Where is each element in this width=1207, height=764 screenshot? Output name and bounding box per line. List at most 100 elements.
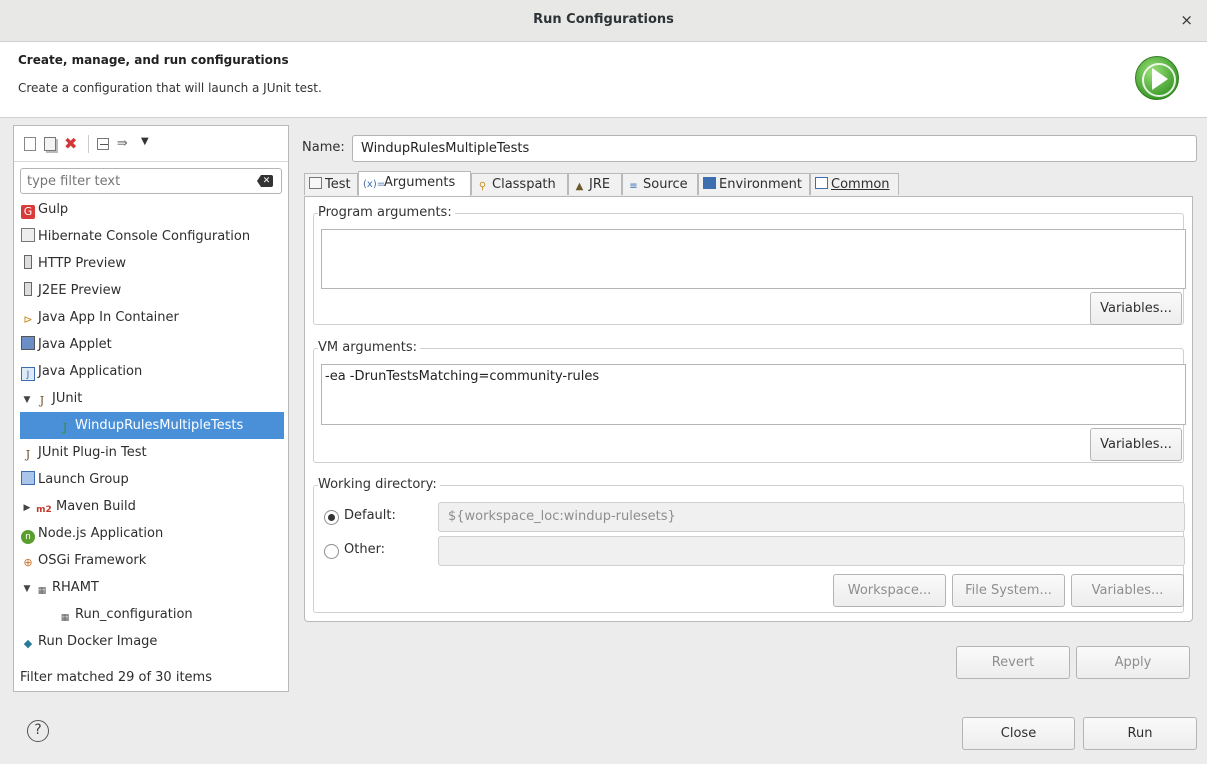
clear-filter-icon[interactable]: ✕ bbox=[257, 175, 273, 187]
other-radio[interactable] bbox=[324, 544, 339, 559]
maven-icon: m2 bbox=[36, 505, 52, 515]
tree-item-hibernate[interactable]: Hibernate Console Configuration bbox=[14, 223, 288, 250]
common-icon bbox=[815, 177, 828, 189]
configuration-tree-panel: ✖ ⇛ ▼ ✕ GGulp Hibernate Console Configur… bbox=[13, 125, 289, 692]
new-configuration-icon[interactable] bbox=[24, 136, 36, 151]
tree-item-nodejs[interactable]: n Node.js Application bbox=[14, 520, 288, 547]
header-title: Create, manage, and run configurations bbox=[18, 53, 289, 67]
configuration-tree: G Gulp Hibernate Console Configuration HT… bbox=[14, 196, 288, 655]
chevron-right-icon[interactable]: ▶ bbox=[21, 495, 33, 522]
default-label: Default: bbox=[344, 508, 396, 523]
nodejs-icon: n bbox=[21, 530, 35, 544]
name-input[interactable] bbox=[352, 135, 1197, 162]
source-icon: ≡ bbox=[629, 181, 638, 192]
tree-item-java-app-container[interactable]: ⊳ Java App In Container bbox=[14, 304, 288, 331]
tree-item-junit-plugin[interactable]: J JUnit Plug-in Test bbox=[14, 439, 288, 466]
tree-item-gulp[interactable]: G Gulp bbox=[14, 196, 288, 223]
filter-field: ✕ bbox=[20, 168, 282, 194]
server-icon bbox=[24, 255, 32, 269]
environment-icon bbox=[703, 177, 716, 189]
program-arguments-input[interactable] bbox=[321, 229, 1186, 289]
apply-button[interactable]: Apply bbox=[1076, 646, 1190, 679]
collapse-all-icon[interactable] bbox=[97, 137, 109, 150]
tree-item-java-applet[interactable]: Java Applet bbox=[14, 331, 288, 358]
working-directory-group: Working directory: Default: ${workspace_… bbox=[313, 477, 1185, 613]
tab-environment[interactable]: Environment bbox=[698, 173, 810, 195]
default-directory-field: ${workspace_loc:windup-rulesets} bbox=[438, 502, 1185, 532]
docker-icon: ◆ bbox=[23, 637, 33, 650]
tree-item-j2ee-preview[interactable]: J2EE Preview bbox=[14, 277, 288, 304]
duplicate-icon[interactable] bbox=[44, 136, 56, 151]
tab-jre[interactable]: ▲ JRE bbox=[568, 173, 622, 195]
program-arguments-label: Program arguments: bbox=[318, 205, 455, 220]
container-icon: ⊳ bbox=[23, 313, 33, 326]
tab-arguments[interactable]: (x)=Arguments bbox=[358, 171, 471, 197]
arguments-tab-pane: Program arguments: Variables... VM argum… bbox=[304, 196, 1193, 622]
close-icon[interactable]: × bbox=[1180, 11, 1193, 29]
tree-item-run-configuration[interactable]: ▦ Run_configuration bbox=[14, 601, 288, 628]
tree-item-http-preview[interactable]: HTTP Preview bbox=[14, 250, 288, 277]
hibernate-console-icon bbox=[21, 228, 35, 242]
filter-input[interactable] bbox=[21, 169, 241, 193]
server-icon bbox=[24, 282, 32, 296]
working-directory-label: Working directory: bbox=[318, 477, 440, 492]
tree-item-osgi[interactable]: ⊕ OSGi Framework bbox=[14, 547, 288, 574]
tree-toolbar: ✖ ⇛ ▼ bbox=[14, 126, 288, 162]
vm-variables-button[interactable]: Variables... bbox=[1090, 428, 1182, 461]
vm-arguments-group: VM arguments: -ea -DrunTestsMatching=com… bbox=[313, 340, 1186, 463]
osgi-icon: ⊕ bbox=[23, 556, 33, 569]
vm-arguments-label: VM arguments: bbox=[318, 340, 420, 355]
chevron-down-icon[interactable]: ▼ bbox=[141, 136, 157, 152]
name-label: Name: bbox=[302, 140, 345, 155]
program-variables-button[interactable]: Variables... bbox=[1090, 292, 1182, 325]
classpath-icon: ⚲ bbox=[478, 181, 487, 192]
arguments-icon: (x)= bbox=[363, 179, 386, 190]
other-directory-field[interactable] bbox=[438, 536, 1185, 566]
run-logo-icon bbox=[1135, 56, 1179, 100]
delete-icon[interactable]: ✖ bbox=[64, 135, 80, 152]
file-system-button[interactable]: File System... bbox=[952, 574, 1065, 607]
default-radio[interactable] bbox=[324, 510, 339, 525]
header-description: Create a configuration that will launch … bbox=[18, 81, 322, 95]
gulp-icon: G bbox=[21, 205, 35, 219]
rhamt-icon: ▦ bbox=[60, 613, 70, 623]
tree-item-launch-group[interactable]: Launch Group bbox=[14, 466, 288, 493]
tree-item-rhamt[interactable]: ▼ ▦ RHAMT bbox=[14, 574, 288, 601]
dialog-header: Create, manage, and run configurations C… bbox=[0, 42, 1207, 118]
run-button[interactable]: Run bbox=[1083, 717, 1197, 750]
rhamt-icon: ▦ bbox=[37, 586, 47, 596]
chevron-down-icon[interactable]: ▼ bbox=[21, 576, 33, 603]
applet-icon bbox=[21, 336, 35, 350]
tab-common[interactable]: Common bbox=[810, 173, 899, 195]
tree-item-maven-build[interactable]: ▶ m2 Maven Build bbox=[14, 493, 288, 520]
tab-strip: Test (x)=Arguments ⚲ Classpath ▲ JRE ≡ Sour… bbox=[304, 171, 1193, 197]
tree-item-junit[interactable]: ▼ J JUnit bbox=[14, 385, 288, 412]
tree-item-run-docker[interactable]: ◆ Run Docker Image bbox=[14, 628, 288, 655]
window-title: Run Configurations bbox=[533, 12, 674, 27]
workspace-button[interactable]: Workspace... bbox=[833, 574, 946, 607]
junit-plugin-icon: J bbox=[25, 448, 31, 461]
help-icon[interactable]: ? bbox=[27, 720, 49, 742]
tab-test[interactable]: Test bbox=[304, 173, 358, 195]
vm-arguments-input[interactable]: -ea -DrunTestsMatching=community-rules bbox=[321, 364, 1186, 425]
toolbar-divider bbox=[88, 134, 89, 153]
chevron-down-icon[interactable]: ▼ bbox=[21, 387, 33, 414]
java-app-icon: J bbox=[21, 367, 35, 381]
other-label: Other: bbox=[344, 542, 386, 557]
close-button[interactable]: Close bbox=[962, 717, 1075, 750]
tree-item-windup-rules[interactable]: J WindupRulesMultipleTests bbox=[20, 412, 284, 439]
program-arguments-group: Program arguments: Variables... bbox=[313, 205, 1186, 325]
filter-icon[interactable]: ⇛ bbox=[117, 136, 133, 152]
junit-test-icon: J bbox=[62, 421, 68, 434]
name-row: Name: bbox=[302, 135, 1197, 162]
tab-source[interactable]: ≡ Source bbox=[622, 173, 698, 195]
test-icon bbox=[309, 177, 322, 189]
tree-item-java-application[interactable]: J Java Application bbox=[14, 358, 288, 385]
launch-group-icon bbox=[21, 471, 35, 485]
revert-button[interactable]: Revert bbox=[956, 646, 1070, 679]
jre-icon: ▲ bbox=[575, 181, 584, 192]
junit-icon: J bbox=[39, 394, 45, 407]
workdir-variables-button[interactable]: Variables... bbox=[1071, 574, 1184, 607]
tab-classpath[interactable]: ⚲ Classpath bbox=[471, 173, 568, 195]
filter-status: Filter matched 29 of 30 items bbox=[20, 670, 212, 685]
